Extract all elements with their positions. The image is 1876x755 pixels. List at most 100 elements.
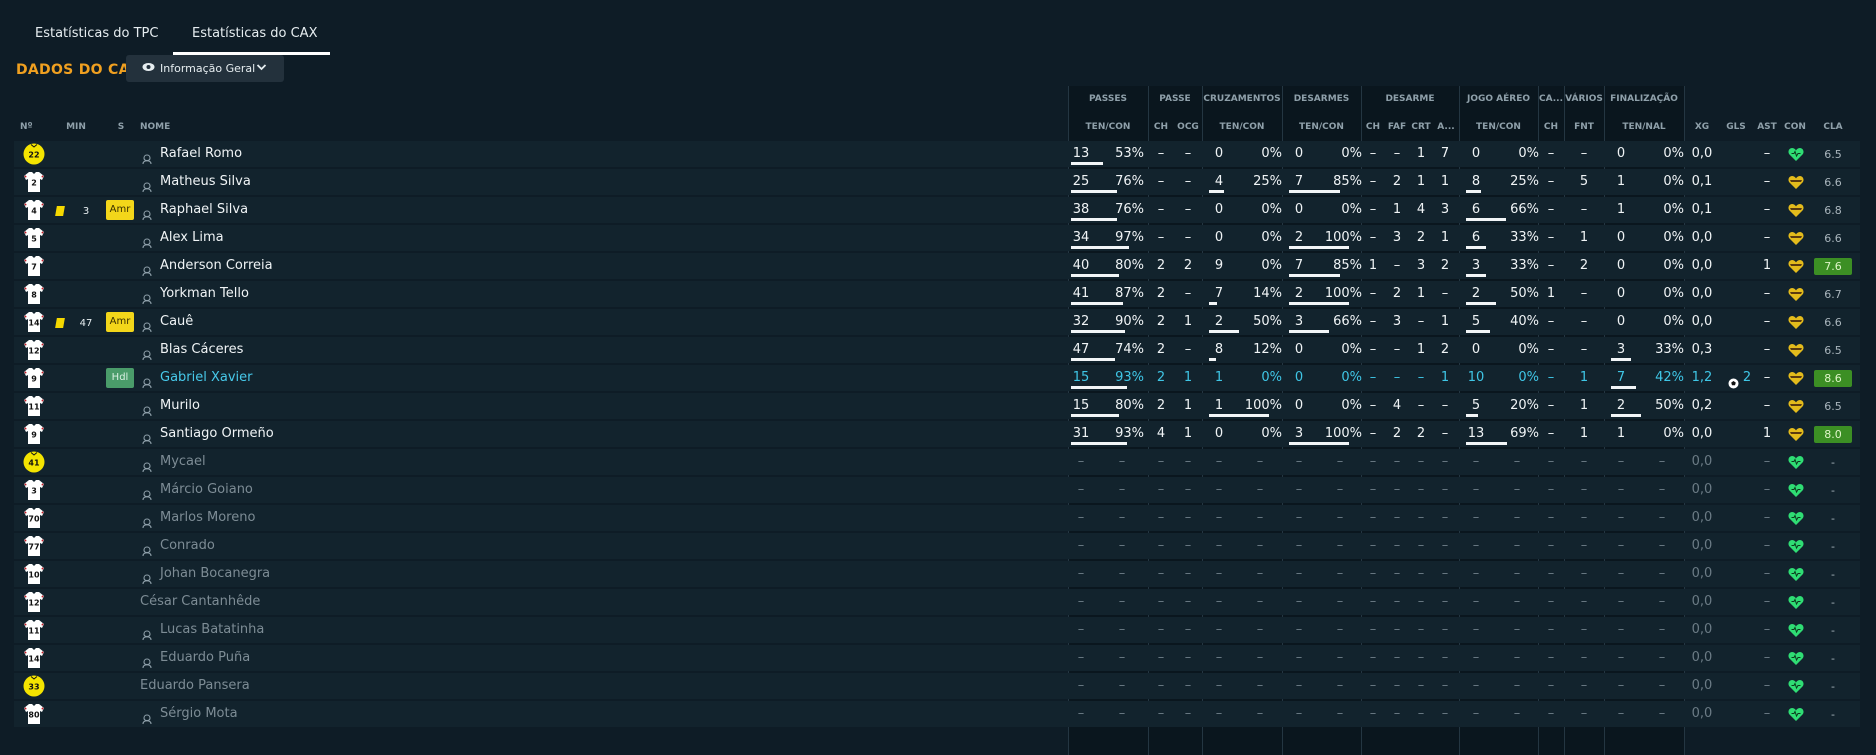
ca-ch: – (1547, 454, 1555, 469)
player-name[interactable]: Matheus Silva (160, 174, 251, 189)
shots-pct: – (1658, 454, 1666, 469)
tab-cax-stats[interactable]: Estatísticas do CAX (192, 26, 317, 41)
col-header-gls[interactable]: GLS (1722, 122, 1750, 132)
col-header-cla[interactable]: CLA (1816, 122, 1850, 132)
player-name[interactable]: Conrado (160, 538, 215, 553)
ca-ch: – (1547, 706, 1555, 721)
col-header-passe-ch[interactable]: CH (1148, 122, 1174, 132)
col-header-desarmes[interactable]: TEN/CON (1282, 122, 1361, 132)
shots-attempts: – (1617, 650, 1625, 665)
col-header-no[interactable]: Nº (20, 122, 33, 132)
passes-success-bar (1071, 274, 1119, 277)
group-header-finalizacao: FINALIZAÇÃO (1610, 94, 1678, 104)
player-name[interactable]: Anderson Correia (160, 258, 273, 273)
col-header-finalizacao[interactable]: TEN/NAL (1604, 122, 1684, 132)
player-name[interactable]: Lucas Batatinha (160, 622, 264, 637)
passes-attempts: 31 (1072, 426, 1090, 441)
col-header-des-crt[interactable]: CRT (1409, 122, 1433, 132)
player-name[interactable]: Sérgio Mota (160, 706, 238, 721)
aerial-pct: – (1513, 538, 1521, 553)
col-header-fnt[interactable]: FNT (1564, 122, 1604, 132)
tackles-pct: 0% (1341, 370, 1362, 385)
tackle-crt: 3 (1416, 258, 1426, 273)
player-name[interactable]: Gabriel Xavier (160, 370, 253, 385)
col-header-ast[interactable]: AST (1756, 122, 1778, 132)
rating-badge: - (1831, 624, 1835, 637)
ca-ch: – (1547, 594, 1555, 609)
rating-badge: - (1831, 568, 1835, 581)
fouls: – (1580, 566, 1588, 581)
player-name[interactable]: Mycael (160, 454, 206, 469)
condition-heart-icon (1788, 371, 1804, 390)
shots-pct: – (1658, 622, 1666, 637)
shots-attempts: 2 (1616, 398, 1626, 413)
player-name[interactable]: César Cantanhêde (140, 594, 260, 609)
tackle-faf: – (1393, 454, 1401, 469)
player-name[interactable]: Santiago Ormeño (160, 426, 274, 441)
svg-text:14: 14 (28, 319, 40, 328)
aerial-attempts: 0 (1471, 146, 1481, 161)
shots-attempts: – (1617, 510, 1625, 525)
col-header-cruz[interactable]: TEN/CON (1202, 122, 1282, 132)
player-name[interactable]: Cauê (160, 314, 193, 329)
assists-value: – (1763, 678, 1771, 693)
tackle-faf: – (1393, 678, 1401, 693)
player-role-badge: Amr (106, 200, 134, 220)
passe-ch: 2 (1156, 286, 1166, 301)
shots-pct: 0% (1663, 146, 1684, 161)
player-name[interactable]: Yorkman Tello (160, 286, 249, 301)
col-header-aereo[interactable]: TEN/CON (1459, 122, 1538, 132)
aerial-pct: 33% (1510, 230, 1539, 245)
player-name[interactable]: Murilo (160, 398, 200, 413)
person-icon (142, 429, 152, 448)
col-header-ca-ch[interactable]: CH (1538, 122, 1564, 132)
fouls: – (1580, 678, 1588, 693)
person-icon (142, 261, 152, 280)
tab-tpc-stats[interactable]: Estatísticas do TPC (35, 26, 158, 41)
player-name[interactable]: Raphael Silva (160, 202, 248, 217)
player-name[interactable]: Eduardo Puña (160, 650, 250, 665)
aerial-attempts: 8 (1471, 174, 1481, 189)
tackles-attempts: 0 (1294, 342, 1304, 357)
col-header-con[interactable]: CON (1784, 122, 1806, 132)
tackle-faf: – (1393, 706, 1401, 721)
tackles-pct: – (1336, 622, 1344, 637)
col-header-xg[interactable]: XG (1690, 122, 1714, 132)
fouls: 2 (1579, 258, 1589, 273)
col-header-nome[interactable]: NOME (140, 122, 180, 132)
col-header-passe-ocg[interactable]: OCG (1174, 122, 1202, 132)
tackle-faf: 2 (1392, 286, 1402, 301)
condition-heart-icon (1788, 427, 1804, 446)
crosses-attempts: 9 (1214, 258, 1224, 273)
passe-ocg: – (1184, 510, 1192, 525)
player-name[interactable]: Eduardo Pansera (140, 678, 250, 693)
player-name[interactable]: Alex Lima (160, 230, 224, 245)
player-name[interactable]: Rafael Romo (160, 146, 242, 161)
tackles-pct: – (1336, 706, 1344, 721)
player-name[interactable]: Marlos Moreno (160, 510, 255, 525)
player-name[interactable]: Márcio Goiano (160, 482, 253, 497)
player-name[interactable]: Blas Cáceres (160, 342, 243, 357)
col-header-des-a[interactable]: A... (1433, 122, 1459, 132)
condition-heart-icon (1788, 147, 1804, 166)
aerial-attempts: 0 (1471, 342, 1481, 357)
group-header-desarmes: DESARMES (1293, 94, 1350, 104)
player-name[interactable]: Johan Bocanegra (160, 566, 270, 581)
svg-text:9: 9 (31, 431, 37, 440)
rating-badge: - (1831, 456, 1835, 469)
shirt-number-icon: 11 (23, 395, 45, 417)
shirt-number-icon: 70 (23, 507, 45, 529)
shots-attempts: – (1617, 454, 1625, 469)
col-header-des-faf[interactable]: FAF (1385, 122, 1409, 132)
tackle-crt: – (1417, 370, 1425, 385)
shirt-number-icon: 80 (23, 703, 45, 725)
col-header-min[interactable]: MIN (64, 122, 88, 132)
col-header-s[interactable]: S (114, 122, 128, 132)
xg-value: 0,1 (1691, 174, 1713, 189)
tackle-ch: – (1369, 678, 1377, 693)
view-selector[interactable]: Informação Geral (126, 55, 284, 82)
svg-text:12: 12 (28, 347, 39, 356)
col-header-passes[interactable]: TEN/CON (1068, 122, 1148, 132)
crosses-pct: – (1256, 678, 1264, 693)
col-header-des-ch[interactable]: CH (1361, 122, 1385, 132)
